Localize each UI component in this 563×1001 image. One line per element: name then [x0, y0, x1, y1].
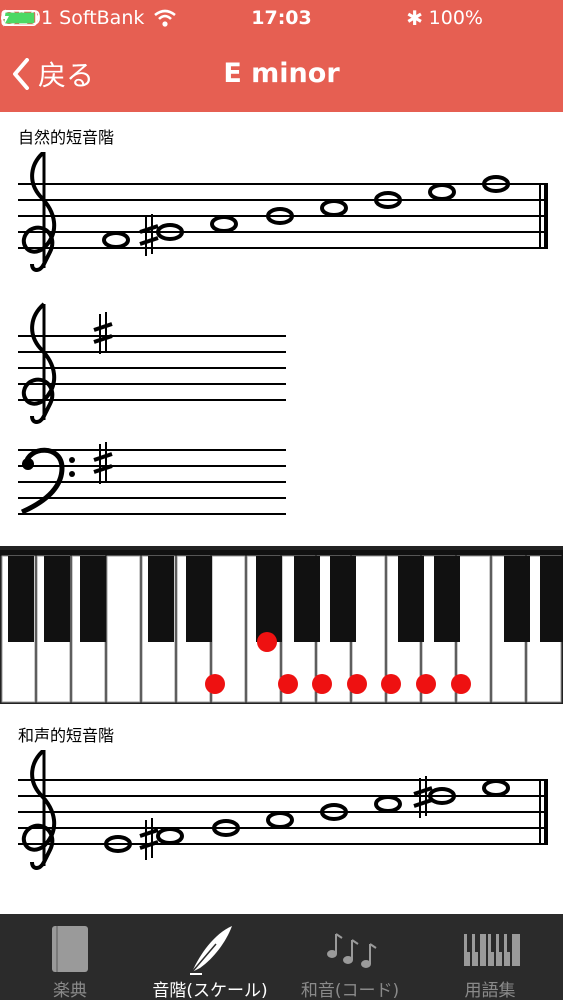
music-notes-icon [327, 933, 377, 968]
book-icon [52, 926, 88, 972]
natural-minor-staff [18, 152, 548, 272]
sharp-icon [139, 214, 159, 256]
treble-clef-icon [22, 152, 57, 272]
natural-minor-label: 自然的短音階 [18, 128, 115, 147]
key-signature-treble [18, 302, 286, 424]
tab-bar: 楽典 音階(スケール) 和音(コード) 用語集 [0, 914, 563, 1001]
tab-label: 楽典 [53, 981, 87, 1001]
treble-clef-icon [22, 302, 57, 424]
tab-label: 和音(コード) [300, 981, 400, 1001]
battery-percent: 100% [428, 7, 483, 29]
key-signature-bass [18, 442, 286, 515]
header: -101 SoftBank 17:03 ✱ 100% 戻る E minor [0, 0, 563, 112]
sharp-icon [139, 818, 159, 860]
charging-bolt-icon [1, 9, 9, 27]
bluetooth-icon: ✱ [406, 6, 423, 30]
tab-gakuten[interactable]: 楽典 [0, 914, 140, 1001]
page-title: E minor [223, 58, 340, 89]
status-bar: -101 SoftBank 17:03 ✱ 100% [0, 0, 563, 36]
tab-scale[interactable]: 音階(スケール) [140, 914, 280, 1001]
piano-keys-icon [464, 934, 520, 966]
tab-chord[interactable]: 和音(コード) [280, 914, 420, 1001]
quill-icon [190, 926, 232, 975]
tab-glossary[interactable]: 用語集 [420, 914, 563, 1001]
treble-clef-icon [22, 750, 57, 870]
sharp-icon [93, 442, 113, 484]
harmonic-minor-label: 和声的短音階 [18, 726, 115, 745]
tab-label: 音階(スケール) [152, 981, 268, 1001]
scale-content[interactable]: 自然的短音階 和声的短音階 [0, 112, 563, 914]
piano-keyboard[interactable] [0, 546, 563, 704]
harmonic-minor-staff [18, 750, 548, 870]
sharp-icon [93, 312, 113, 354]
tab-label: 用語集 [464, 981, 516, 1001]
